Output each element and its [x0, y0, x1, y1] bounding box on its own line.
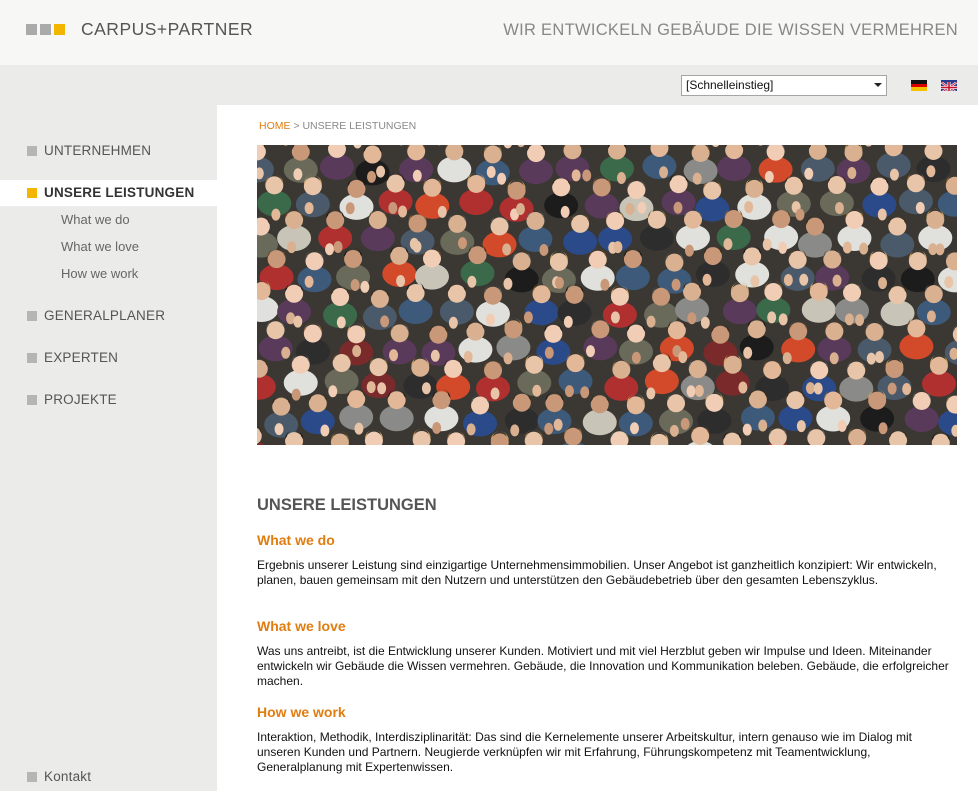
nav-item-experten[interactable]: EXPERTEN — [0, 345, 217, 371]
section-text-what-we-love: Was uns antreibt, ist die Entwicklung un… — [257, 644, 949, 688]
dropdown-arrow-icon — [874, 83, 882, 87]
square-bullet-icon — [27, 188, 37, 198]
square-bullet-icon — [27, 311, 37, 321]
team-photo — [257, 145, 957, 445]
nav-item-label: UNSERE LEISTUNGEN — [44, 185, 195, 200]
german-flag-icon[interactable] — [911, 80, 927, 91]
quick-access-select-value: [Schnelleinstieg] — [686, 78, 774, 92]
nav-item-unsere-leistungen[interactable]: UNSERE LEISTUNGEN — [0, 180, 217, 206]
top-bar: [Schnelleinstieg] — [0, 65, 978, 105]
nav-item-label: UNTERNEHMEN — [44, 143, 152, 158]
section-heading-what-we-do: What we do — [257, 532, 335, 548]
breadcrumb-separator: > — [290, 120, 303, 132]
site-header: CARPUS+PARTNER WIR ENTWICKELN GEBÄUDE DI… — [0, 0, 978, 65]
subnav-item-how-we-work[interactable]: How we work — [61, 266, 138, 282]
page-title: UNSERE LEISTUNGEN — [257, 496, 437, 514]
nav-item-label: Kontakt — [44, 769, 92, 784]
nav-item-generalplaner[interactable]: GENERALPLANER — [0, 303, 217, 329]
breadcrumb: HOME > UNSERE LEISTUNGEN — [259, 119, 416, 133]
section-text-how-we-work: Interaktion, Methodik, Interdisziplinari… — [257, 730, 912, 774]
team-photo-image — [257, 145, 957, 445]
subnav-item-what-we-do[interactable]: What we do — [61, 212, 130, 228]
sidebar: UNTERNEHMEN UNSERE LEISTUNGEN What we do… — [0, 105, 217, 791]
nav-item-projekte[interactable]: PROJEKTE — [0, 387, 217, 413]
square-bullet-icon — [27, 146, 37, 156]
square-bullet-icon — [27, 772, 37, 782]
main-content: HOME > UNSERE LEISTUNGEN UNSERE LEISTUNG… — [217, 105, 978, 791]
nav-item-unternehmen[interactable]: UNTERNEHMEN — [0, 138, 217, 164]
tagline: WIR ENTWICKELN GEBÄUDE DIE WISSEN VERMEH… — [503, 21, 958, 39]
nav-item-label: GENERALPLANER — [44, 308, 166, 323]
uk-flag-icon[interactable] — [941, 80, 957, 91]
nav-item-label: PROJEKTE — [44, 392, 117, 407]
section-text-what-we-do: Ergebnis unserer Leistung sind einzigart… — [257, 558, 937, 587]
quick-access-select[interactable]: [Schnelleinstieg] — [681, 75, 887, 96]
brand-name: CARPUS+PARTNER — [81, 19, 254, 39]
nav-item-kontakt[interactable]: Kontakt — [0, 764, 217, 790]
section-heading-what-we-love: What we love — [257, 618, 346, 634]
subnav-item-what-we-love[interactable]: What we love — [61, 239, 139, 255]
breadcrumb-current: UNSERE LEISTUNGEN — [302, 120, 417, 132]
breadcrumb-home-link[interactable]: HOME — [259, 120, 291, 132]
square-bullet-icon — [27, 395, 37, 405]
nav-item-label: EXPERTEN — [44, 350, 119, 365]
logo[interactable]: CARPUS+PARTNER — [26, 19, 253, 39]
section-heading-how-we-work: How we work — [257, 704, 346, 720]
square-bullet-icon — [27, 353, 37, 363]
logo-squares-icon — [26, 23, 65, 35]
